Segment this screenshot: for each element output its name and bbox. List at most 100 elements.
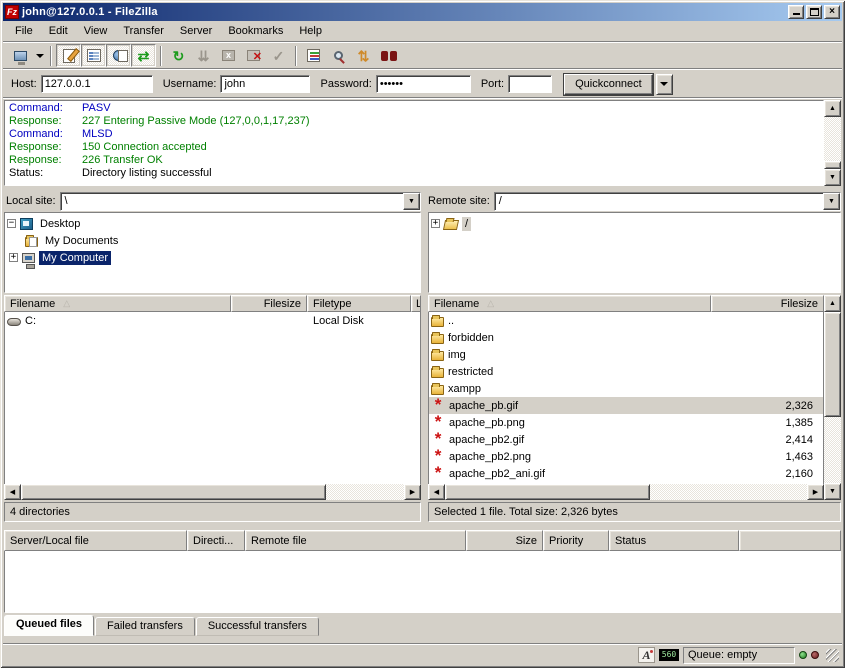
filter-button[interactable] — [301, 44, 326, 67]
resize-grip[interactable] — [826, 649, 839, 662]
toggle-message-log-button[interactable] — [56, 44, 81, 67]
local-file-list[interactable]: C: Local Disk — [4, 312, 421, 484]
scroll-left-icon[interactable]: ◀ — [428, 484, 445, 500]
list-item[interactable]: *apache_pb2_ani.gif2,160 — [429, 465, 823, 482]
tree-item-desktop[interactable]: Desktop — [7, 215, 418, 232]
tree-item-my-computer[interactable]: My Computer — [7, 249, 418, 266]
remote-file-list[interactable]: .. forbidden img restricted xampp *apach… — [428, 312, 824, 484]
maximize-button[interactable] — [806, 5, 822, 19]
transfer-queue-list[interactable] — [4, 551, 841, 613]
remote-directory-tree[interactable]: / — [428, 212, 841, 293]
column-header-direction[interactable]: Directi... — [187, 530, 245, 551]
scroll-up-icon[interactable]: ▲ — [824, 100, 841, 117]
menu-file[interactable]: File — [7, 23, 41, 39]
remote-vertical-scrollbar[interactable]: ▲ ▼ — [824, 295, 841, 500]
menu-help[interactable]: Help — [291, 23, 330, 39]
column-header-status[interactable]: Status — [609, 530, 739, 551]
list-item[interactable]: C: Local Disk — [5, 312, 420, 329]
toggle-remote-tree-button[interactable] — [106, 44, 131, 67]
tab-failed-transfers[interactable]: Failed transfers — [95, 617, 195, 636]
site-manager-dropdown[interactable] — [33, 44, 46, 67]
column-header-filesize[interactable]: Filesize — [711, 295, 824, 312]
log-scrollbar[interactable]: ▲ ▼ — [824, 100, 841, 186]
list-item[interactable]: *apache_pb.png1,385 — [429, 414, 823, 431]
column-header-filesize[interactable]: Filesize — [231, 295, 307, 312]
tab-successful-transfers[interactable]: Successful transfers — [196, 617, 319, 636]
local-site-path[interactable]: \ — [61, 193, 403, 210]
expand-icon[interactable] — [9, 253, 18, 262]
ascii-transfer-indicator[interactable]: A — [638, 647, 655, 663]
expand-icon[interactable] — [431, 219, 440, 228]
scrollbar-thumb[interactable] — [21, 484, 326, 500]
folder-icon — [431, 385, 444, 395]
scroll-right-icon[interactable]: ▶ — [807, 484, 824, 500]
menu-bar: File Edit View Transfer Server Bookmarks… — [3, 22, 842, 40]
list-item[interactable]: .. — [429, 312, 823, 329]
remote-site-combobox[interactable]: / ▼ — [494, 192, 841, 211]
port-input[interactable] — [508, 75, 552, 93]
indicator-badge-icon[interactable]: 560 — [659, 649, 679, 661]
menu-view[interactable]: View — [76, 23, 116, 39]
list-item[interactable]: *apache_pb2.gif2,414 — [429, 431, 823, 448]
column-header-server-local-file[interactable]: Server/Local file — [4, 530, 187, 551]
toggle-queue-button[interactable]: ⇄ — [131, 44, 156, 67]
close-button[interactable]: × — [824, 5, 840, 19]
find-files-button[interactable] — [376, 44, 401, 67]
chevron-down-icon[interactable]: ▼ — [403, 193, 420, 210]
list-item[interactable]: img — [429, 346, 823, 363]
reconnect-button[interactable]: ✓ — [266, 44, 291, 67]
scroll-down-icon[interactable]: ▼ — [824, 169, 841, 186]
chevron-down-icon[interactable]: ▼ — [823, 193, 840, 210]
scrollbar-thumb[interactable] — [824, 312, 841, 417]
list-item[interactable]: restricted — [429, 363, 823, 380]
scrollbar-thumb[interactable] — [824, 161, 841, 169]
column-header-size[interactable]: Size — [466, 530, 543, 551]
host-input[interactable] — [41, 75, 153, 93]
site-manager-button[interactable] — [8, 44, 33, 67]
remote-horizontal-scrollbar[interactable]: ◀ ▶ — [428, 484, 824, 500]
menu-edit[interactable]: Edit — [41, 23, 76, 39]
title-bar[interactable]: Fz john@127.0.0.1 - FileZilla × — [3, 3, 842, 21]
cancel-operation-button[interactable]: x — [216, 44, 241, 67]
process-queue-button[interactable]: ⇊ — [191, 44, 216, 67]
list-item-selected[interactable]: *apache_pb.gif2,326 — [429, 397, 823, 414]
local-directory-tree[interactable]: Desktop My Documents My Computer — [4, 212, 421, 293]
scrollbar-thumb[interactable] — [445, 484, 650, 500]
tab-queued-files[interactable]: Queued files — [4, 615, 94, 636]
tree-item-my-documents[interactable]: My Documents — [7, 232, 418, 249]
local-horizontal-scrollbar[interactable]: ◀ ▶ — [4, 484, 421, 500]
menu-bookmarks[interactable]: Bookmarks — [220, 23, 291, 39]
filezilla-app-icon[interactable]: Fz — [5, 5, 19, 19]
scroll-right-icon[interactable]: ▶ — [404, 484, 421, 500]
column-header-priority[interactable]: Priority — [543, 530, 609, 551]
tree-item-root[interactable]: / — [431, 215, 838, 232]
synchronized-browsing-button[interactable]: ⇅ — [351, 44, 376, 67]
column-header-filename[interactable]: Filename△ — [4, 295, 231, 312]
remote-site-path[interactable]: / — [495, 193, 823, 210]
scroll-down-icon[interactable]: ▼ — [824, 483, 841, 500]
menu-transfer[interactable]: Transfer — [115, 23, 172, 39]
list-item[interactable]: xampp — [429, 380, 823, 397]
disconnect-button[interactable] — [241, 44, 266, 67]
message-log[interactable]: Command:PASV Response:227 Entering Passi… — [4, 100, 824, 186]
quickconnect-button[interactable]: Quickconnect — [564, 74, 653, 95]
local-site-combobox[interactable]: \ ▼ — [60, 192, 421, 211]
collapse-icon[interactable] — [7, 219, 16, 228]
scroll-up-icon[interactable]: ▲ — [824, 295, 841, 312]
list-item[interactable]: forbidden — [429, 329, 823, 346]
username-input[interactable] — [220, 75, 310, 93]
column-header-filetype[interactable]: Filetype — [307, 295, 411, 312]
column-header-last-modified[interactable]: L — [411, 295, 421, 312]
column-header-filename[interactable]: Filename△ — [428, 295, 711, 312]
toggle-local-tree-button[interactable] — [81, 44, 106, 67]
menu-server[interactable]: Server — [172, 23, 220, 39]
minimize-button[interactable] — [788, 5, 804, 19]
column-header-remote-file[interactable]: Remote file — [245, 530, 466, 551]
image-file-icon: * — [431, 466, 445, 481]
scroll-left-icon[interactable]: ◀ — [4, 484, 21, 500]
refresh-button[interactable]: ↻ — [166, 44, 191, 67]
password-input[interactable] — [376, 75, 471, 93]
quickconnect-dropdown[interactable] — [656, 74, 673, 95]
directory-comparison-button[interactable] — [326, 44, 351, 67]
list-item[interactable]: *apache_pb2.png1,463 — [429, 448, 823, 465]
